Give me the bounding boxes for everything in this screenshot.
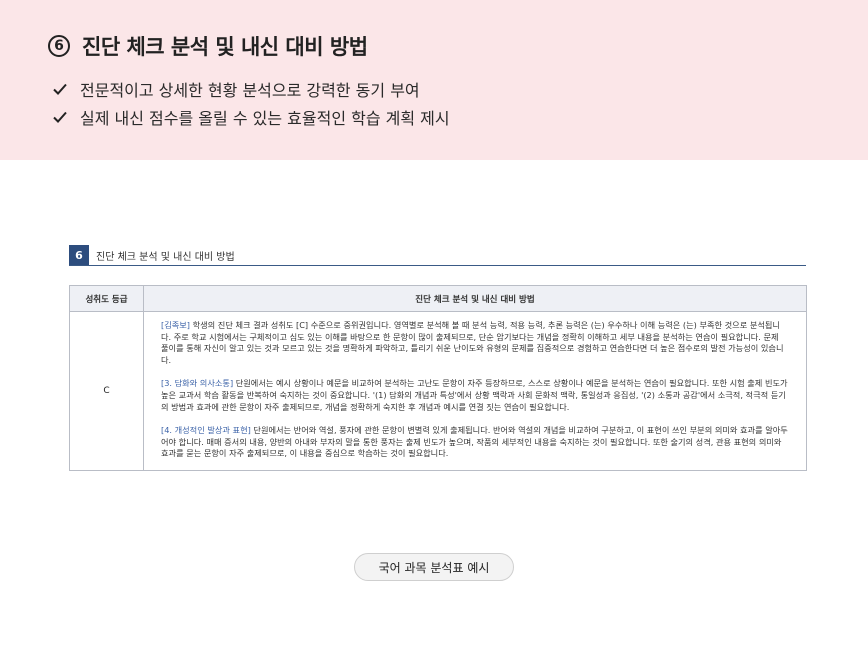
feature-text: 실제 내신 점수를 올릴 수 있는 효율적인 학습 계획 제시 bbox=[80, 109, 450, 128]
table-header-row: 성취도 등급 진단 체크 분석 및 내신 대비 방법 bbox=[69, 285, 807, 312]
checkmark-icon bbox=[53, 83, 67, 95]
paragraph-text: 학생의 진단 체크 결과 성취도 [C] 수준으로 중위권입니다. 영역별로 분… bbox=[161, 320, 784, 365]
feature-item: 전문적이고 상세한 현황 분석으로 강력한 동기 부여 bbox=[52, 75, 450, 103]
table-row: C [김족보] 학생의 진단 체크 결과 성취도 [C] 수준으로 중위권입니다… bbox=[69, 311, 807, 471]
analysis-paragraph: [김족보] 학생의 진단 체크 결과 성취도 [C] 수준으로 중위권입니다. … bbox=[161, 320, 788, 366]
grade-cell: C bbox=[69, 311, 144, 471]
feature-list: 전문적이고 상세한 현황 분석으로 강력한 동기 부여 실제 내신 점수를 올릴… bbox=[52, 75, 450, 131]
header-banner: 6 진단 체크 분석 및 내신 대비 방법 전문적이고 상세한 현황 분석으로 … bbox=[0, 0, 868, 160]
checkmark-icon bbox=[53, 111, 67, 123]
analysis-paragraph: [4. 개성적인 발상과 표현] 단원에서는 반어와 역설, 풍자에 관한 문항… bbox=[161, 425, 788, 460]
column-header-grade: 성취도 등급 bbox=[69, 285, 144, 312]
feature-item: 실제 내신 점수를 올릴 수 있는 효율적인 학습 계획 제시 bbox=[52, 103, 450, 131]
document-title-bar: 6 진단 체크 분석 및 내신 대비 방법 bbox=[69, 245, 806, 266]
unit-tag: [4. 개성적인 발상과 표현] bbox=[161, 425, 251, 436]
example-caption: 국어 과목 분석표 예시 bbox=[354, 553, 514, 581]
section-number-badge: 6 bbox=[48, 35, 70, 57]
document-number-badge: 6 bbox=[69, 245, 89, 265]
analysis-cell: [김족보] 학생의 진단 체크 결과 성취도 [C] 수준으로 중위권입니다. … bbox=[143, 311, 807, 471]
analysis-paragraph: [3. 담화와 의사소통] 단원에서는 예시 상황이나 예문을 비교하여 분석하… bbox=[161, 378, 788, 413]
document-title: 진단 체크 분석 및 내신 대비 방법 bbox=[96, 251, 235, 263]
student-tag: [김족보] bbox=[161, 320, 190, 330]
section-heading: 6 진단 체크 분석 및 내신 대비 방법 bbox=[48, 30, 368, 62]
section-title: 진단 체크 분석 및 내신 대비 방법 bbox=[82, 35, 368, 59]
column-header-method: 진단 체크 분석 및 내신 대비 방법 bbox=[143, 285, 807, 312]
paragraph-text: 단원에서는 예시 상황이나 예문을 비교하여 분석하는 고난도 문항이 자주 등… bbox=[161, 378, 788, 412]
paragraph-text: 단원에서는 반어와 역설, 풍자에 관한 문항이 변별력 있게 출제됩니다. 반… bbox=[161, 425, 788, 459]
feature-text: 전문적이고 상세한 현황 분석으로 강력한 동기 부여 bbox=[80, 81, 420, 100]
analysis-table: 성취도 등급 진단 체크 분석 및 내신 대비 방법 C [김족보] 학생의 진… bbox=[69, 285, 807, 471]
unit-tag: [3. 담화와 의사소통] bbox=[161, 378, 234, 389]
